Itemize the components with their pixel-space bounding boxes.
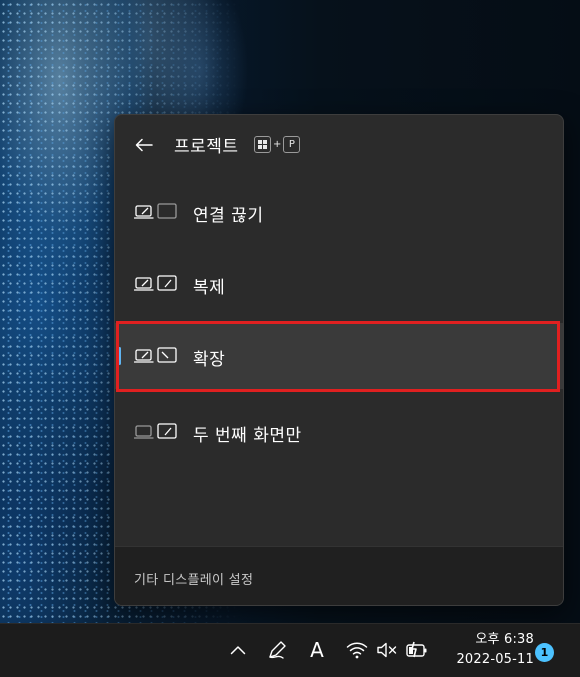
- flyout-footer: 기타 디스플레이 설정: [115, 546, 563, 605]
- keyboard-shortcut: + P: [254, 136, 301, 153]
- back-arrow-icon: [135, 138, 153, 152]
- windows-key: [254, 136, 271, 153]
- option-duplicate[interactable]: 복제: [115, 251, 563, 317]
- shortcut-plus: +: [273, 139, 282, 150]
- option-label: 확장: [193, 350, 226, 370]
- notification-badge[interactable]: 1: [535, 643, 554, 662]
- volume-button[interactable]: [375, 638, 399, 662]
- input-indicator[interactable]: A: [305, 638, 329, 662]
- chevron-up-icon: [230, 646, 246, 655]
- input-indicator-A-icon: A: [310, 638, 324, 662]
- network-button[interactable]: [345, 638, 369, 662]
- pen-menu-button[interactable]: [265, 638, 289, 662]
- project-flyout: 프로젝트 + P 연결 끊기 복제 확장 두 번째 화면만 기타 디스플레이 설…: [114, 114, 564, 606]
- option-label: 두 번째 화면만: [193, 426, 302, 446]
- option-pc-screen-only[interactable]: 연결 끊기: [115, 179, 563, 245]
- show-hidden-icons-button[interactable]: [226, 638, 250, 662]
- taskbar: A 오후 6:38 2022-05-11: [0, 623, 580, 677]
- extend-icon: [134, 347, 177, 363]
- back-button[interactable]: [127, 131, 161, 159]
- option-label: 연결 끊기: [193, 206, 264, 226]
- flyout-header: 프로젝트 + P: [115, 115, 563, 173]
- windows-logo-icon: [258, 140, 267, 149]
- selection-indicator: [118, 347, 121, 365]
- volume-muted-icon: [377, 642, 397, 658]
- pc-screen-only-icon: [134, 203, 177, 219]
- option-label: 복제: [193, 278, 226, 298]
- clock-time: 오후 6:38: [475, 632, 534, 647]
- p-key: P: [283, 136, 301, 153]
- battery-button[interactable]: [405, 638, 429, 662]
- second-screen-only-icon: [134, 423, 177, 439]
- battery-charging-icon: [406, 641, 427, 658]
- pen-icon: [269, 641, 286, 659]
- more-display-settings-link[interactable]: 기타 디스플레이 설정: [134, 569, 253, 588]
- option-second-screen-only[interactable]: 두 번째 화면만: [115, 399, 563, 465]
- wifi-icon: [346, 642, 368, 659]
- clock-date: 2022-05-11: [456, 652, 534, 667]
- flyout-title: 프로젝트: [174, 137, 239, 157]
- option-extend[interactable]: 확장: [115, 323, 563, 389]
- duplicate-icon: [134, 275, 177, 291]
- taskbar-clock[interactable]: 오후 6:38 2022-05-11: [438, 630, 534, 670]
